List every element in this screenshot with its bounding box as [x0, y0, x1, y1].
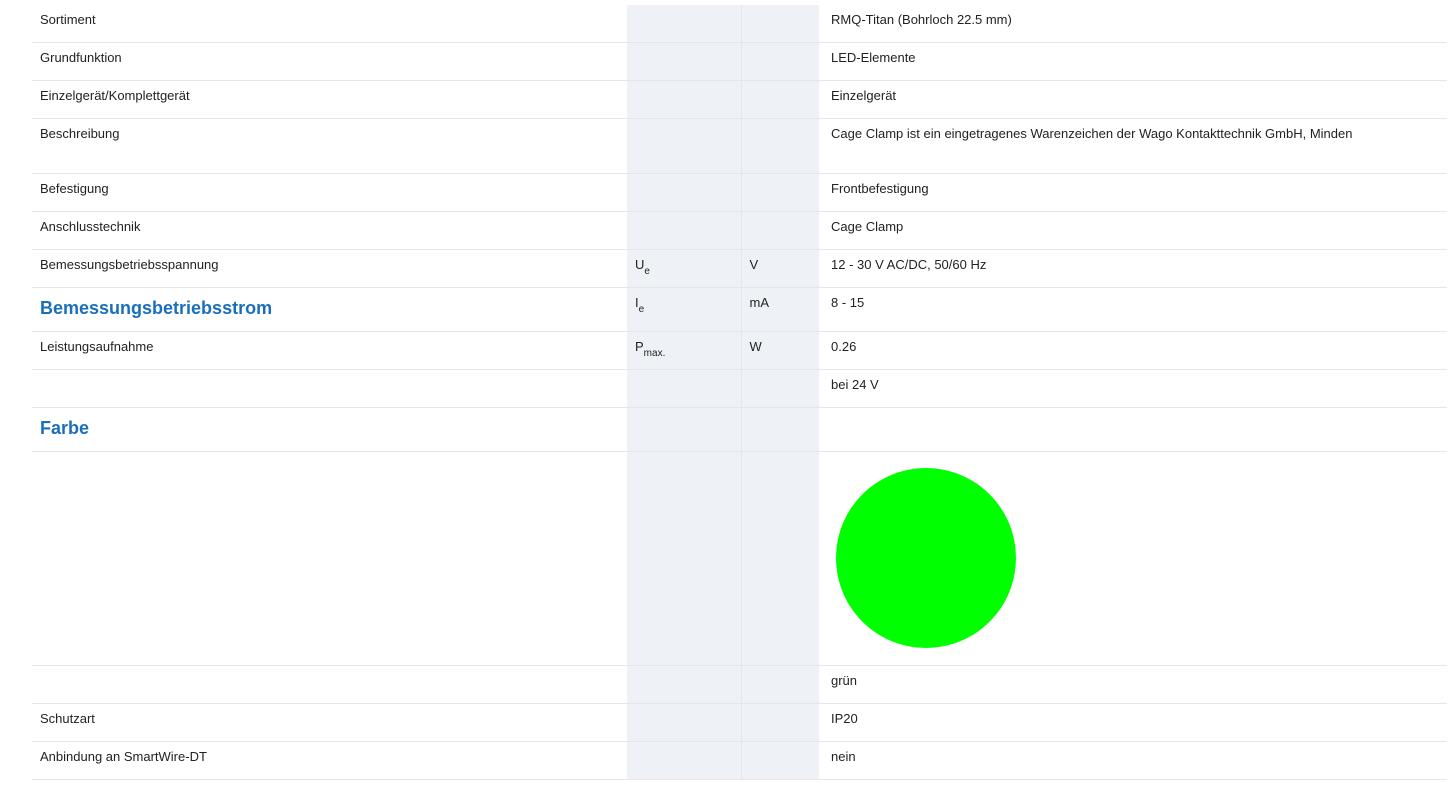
spec-symbol	[627, 5, 742, 43]
spec-unit	[741, 703, 819, 742]
spec-value: Frontbefestigung	[819, 173, 1447, 212]
spec-row-beschreibung: Beschreibung Cage Clamp ist ein eingetra…	[32, 118, 1447, 174]
spec-unit	[741, 451, 819, 666]
spec-label	[32, 369, 627, 408]
spec-label: Bemessungsbetriebsspannung	[32, 249, 627, 288]
spec-symbol	[627, 42, 742, 81]
spec-value	[819, 451, 1447, 666]
spec-row-grundfunktion: Grundfunktion LED-Elemente	[32, 42, 1447, 81]
spec-symbol	[627, 211, 742, 250]
spec-value: 8 - 15	[819, 287, 1447, 332]
spec-unit	[741, 211, 819, 250]
spec-value: LED-Elemente	[819, 42, 1447, 81]
spec-value: Cage Clamp ist ein eingetragenes Warenze…	[819, 118, 1447, 174]
spec-row-sortiment: Sortiment RMQ-Titan (Bohrloch 22.5 mm)	[32, 5, 1447, 43]
spec-symbol	[627, 665, 742, 704]
spec-label: Leistungsaufnahme	[32, 331, 627, 370]
spec-table: Sortiment RMQ-Titan (Bohrloch 22.5 mm) G…	[32, 5, 1447, 780]
spec-label: Bemessungsbetriebsstrom	[32, 287, 627, 332]
spec-row-einzelgeraet: Einzelgerät/Komplettgerät Einzelgerät	[32, 80, 1447, 119]
spec-label: Grundfunktion	[32, 42, 627, 81]
spec-value: 12 - 30 V AC/DC, 50/60 Hz	[819, 249, 1447, 288]
color-swatch-circle	[836, 468, 1016, 648]
spec-unit	[741, 369, 819, 408]
spec-row-spannung: Bemessungsbetriebsspannung Ue V 12 - 30 …	[32, 249, 1447, 288]
spec-label: Schutzart	[32, 703, 627, 742]
spec-unit	[741, 665, 819, 704]
spec-label: Sortiment	[32, 5, 627, 43]
spec-value: Cage Clamp	[819, 211, 1447, 250]
spec-value: RMQ-Titan (Bohrloch 22.5 mm)	[819, 5, 1447, 43]
spec-row-anschlusstechnik: Anschlusstechnik Cage Clamp	[32, 211, 1447, 250]
spec-row-smartwire: Anbindung an SmartWire-DT nein	[32, 741, 1447, 780]
symbol-subscript: e	[644, 266, 650, 277]
spec-value: Einzelgerät	[819, 80, 1447, 119]
spec-symbol	[627, 703, 742, 742]
spec-symbol	[627, 118, 742, 174]
spec-label: Einzelgerät/Komplettgerät	[32, 80, 627, 119]
spec-row-farbe-name: grün	[32, 665, 1447, 704]
spec-label	[32, 451, 627, 666]
section-heading: Bemessungsbetriebsstrom	[40, 298, 273, 318]
spec-unit	[741, 42, 819, 81]
spec-symbol	[627, 369, 742, 408]
spec-symbol: Ue	[627, 249, 742, 288]
spec-symbol	[627, 407, 742, 452]
spec-row-leistung-note: bei 24 V	[32, 369, 1447, 408]
spec-row-leistung: Leistungsaufnahme Pmax. W 0.26	[32, 331, 1447, 370]
spec-value	[819, 407, 1447, 452]
spec-value: nein	[819, 741, 1447, 780]
spec-label	[32, 665, 627, 704]
spec-unit	[741, 173, 819, 212]
spec-symbol	[627, 80, 742, 119]
spec-symbol	[627, 741, 742, 780]
spec-unit: W	[741, 331, 819, 370]
symbol-subscript: max.	[643, 348, 666, 359]
spec-value: IP20	[819, 703, 1447, 742]
spec-symbol	[627, 451, 742, 666]
spec-label: Farbe	[32, 407, 627, 452]
symbol-subscript: e	[638, 304, 645, 315]
spec-unit	[741, 407, 819, 452]
spec-unit	[741, 741, 819, 780]
spec-unit: mA	[741, 287, 819, 332]
spec-symbol: Pmax.	[627, 331, 742, 370]
symbol-base: U	[635, 257, 645, 272]
spec-row-befestigung: Befestigung Frontbefestigung	[32, 173, 1447, 212]
spec-value: bei 24 V	[819, 369, 1447, 408]
spec-row-schutzart: Schutzart IP20	[32, 703, 1447, 742]
spec-symbol	[627, 173, 742, 212]
spec-label: Beschreibung	[32, 118, 627, 174]
spec-unit: V	[741, 249, 819, 288]
spec-value: 0.26	[819, 331, 1447, 370]
spec-symbol: Ie	[627, 287, 742, 332]
spec-value: grün	[819, 665, 1447, 704]
spec-label: Befestigung	[32, 173, 627, 212]
spec-unit	[741, 80, 819, 119]
spec-unit	[741, 5, 819, 43]
spec-label: Anschlusstechnik	[32, 211, 627, 250]
spec-label: Anbindung an SmartWire-DT	[32, 741, 627, 780]
spec-unit	[741, 118, 819, 174]
spec-row-farbe: Farbe	[32, 407, 1447, 452]
spec-row-strom: Bemessungsbetriebsstrom Ie mA 8 - 15	[32, 287, 1447, 332]
section-heading: Farbe	[40, 418, 90, 438]
symbol-base: P	[635, 339, 644, 354]
spec-row-color-swatch	[32, 451, 1447, 666]
